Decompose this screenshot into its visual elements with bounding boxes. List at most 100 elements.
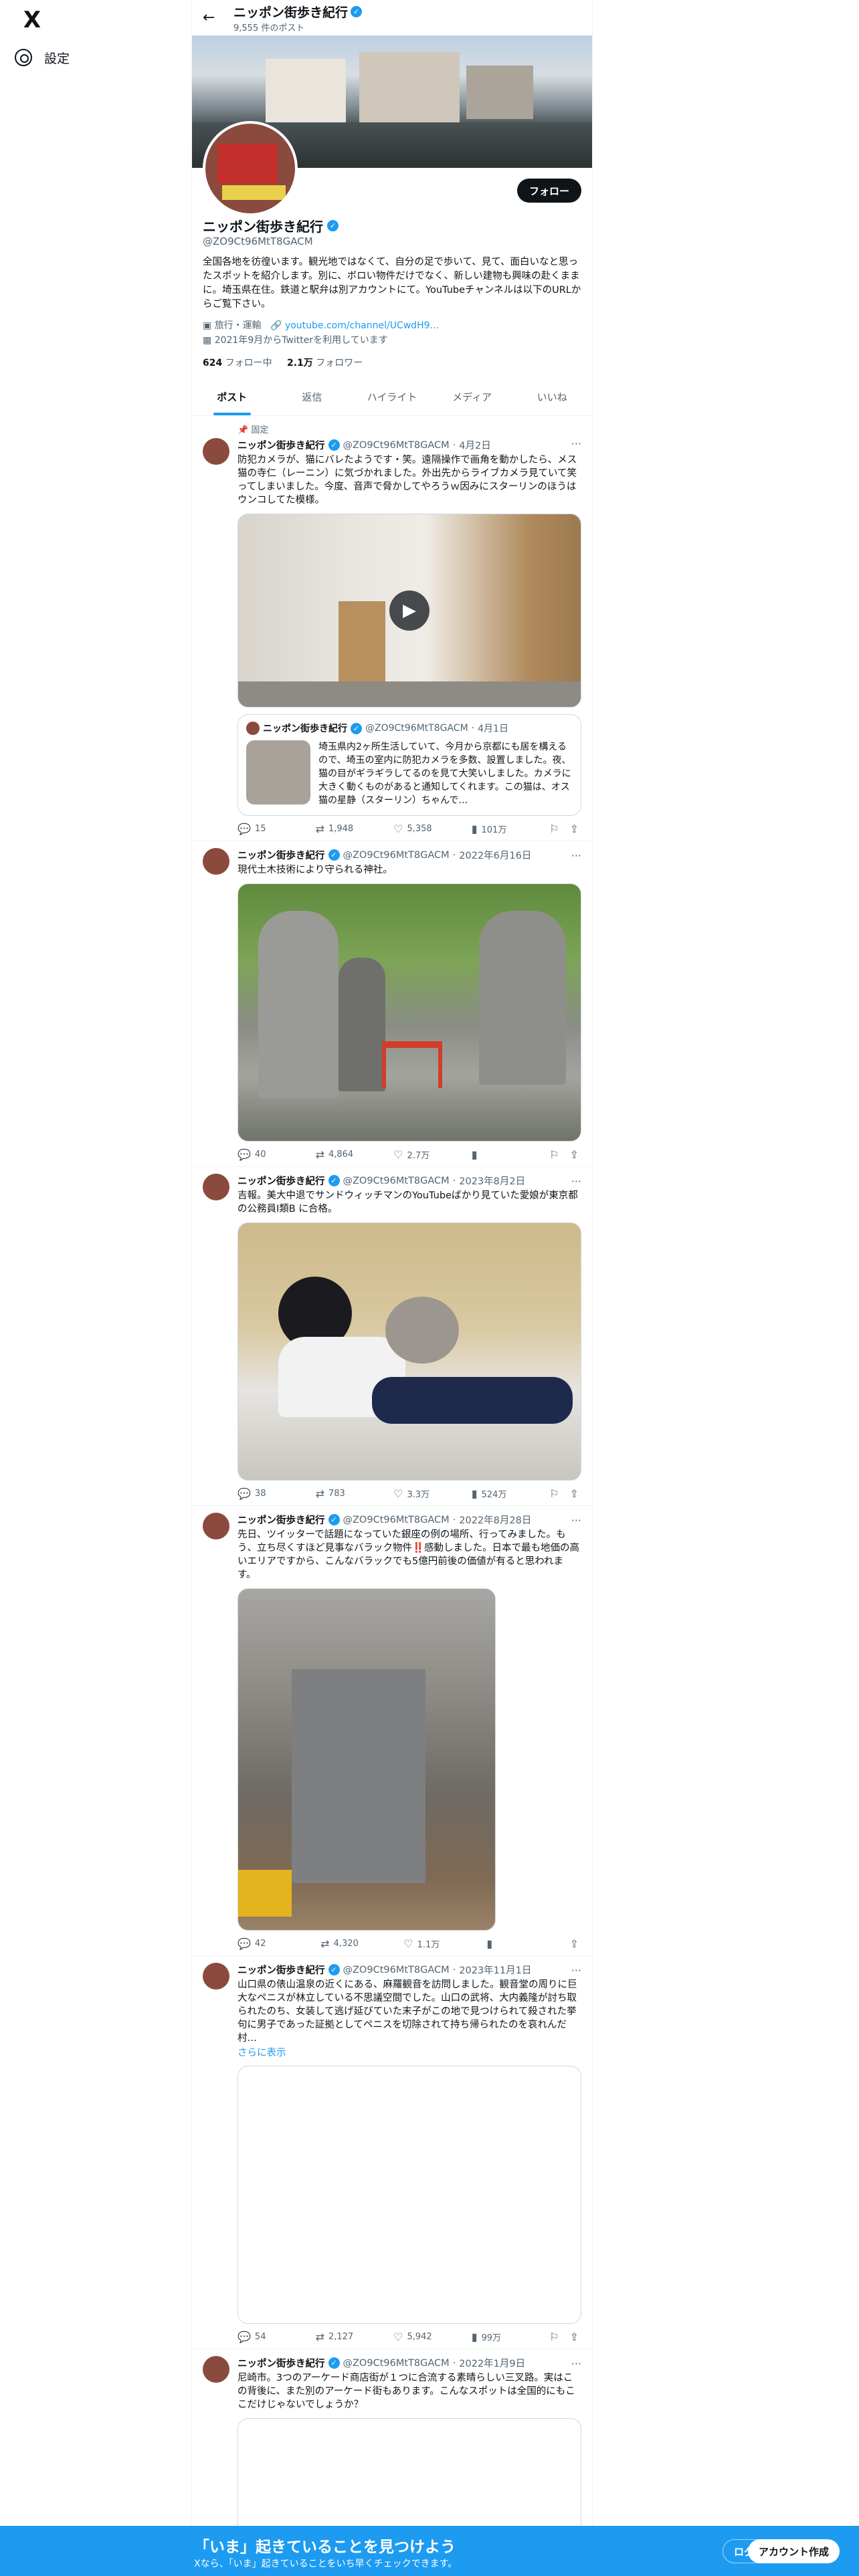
like-button[interactable]: ♡ 2.7万 [393,1148,440,1161]
post-date[interactable]: 4月2日 [459,438,490,452]
views-button[interactable]: ▮ [486,1937,533,1950]
post[interactable]: ··· ニッポン街歩き紀行 ✓ @ZO9Ct96MtT8GACM · 2022年6月… [192,841,592,1167]
following-link[interactable]: 624 フォロー中 [203,358,272,368]
like-button[interactable]: ♡ 1.1万 [403,1937,450,1950]
post-date[interactable]: 2022年1月9日 [459,2356,525,2370]
repost-button[interactable]: ⇄ 2,127 [316,2331,363,2343]
post-author[interactable]: ニッポン街歩き紀行 [237,438,325,452]
views-button[interactable]: ▮ 99万 [472,2331,518,2343]
share-icon[interactable]: ⇪ [570,823,579,835]
views-button[interactable]: ▮ 101万 [472,823,518,835]
share-icon[interactable]: ⇪ [570,1487,579,1500]
show-more-link[interactable]: さらに表示 [237,2045,581,2059]
more-dots-icon[interactable]: ··· [571,1964,581,1977]
post-handle[interactable]: @ZO9Ct96MtT8GACM [343,1965,450,1975]
post-handle[interactable]: @ZO9Ct96MtT8GACM [343,440,450,451]
post-handle[interactable]: @ZO9Ct96MtT8GACM [343,1515,450,1525]
post[interactable]: 📌 固定 ··· ニッポン街歩き紀行 ✓ @ZO9Ct96MtT8GACM · 4月… [192,416,592,841]
signup-button[interactable]: アカウント作成 [748,2539,840,2563]
post-date[interactable]: 2022年8月28日 [459,1513,531,1527]
reply-button[interactable]: 💬 42 [237,1937,284,1950]
post-date[interactable]: 2023年8月2日 [459,1174,525,1188]
bookmark-icon[interactable]: ⚐ [549,823,559,835]
tab-posts[interactable]: ポスト [192,380,272,415]
post-author[interactable]: ニッポン街歩き紀行 [237,848,325,862]
repost-icon: ⇄ [315,823,324,835]
reply-icon: 💬 [237,1937,251,1950]
repost-button[interactable]: ⇄ 783 [316,1487,363,1500]
reply-button[interactable]: 💬 40 [237,1148,284,1161]
post[interactable]: ··· ニッポン街歩き紀行 ✓ @ZO9Ct96MtT8GACM · 2023年11… [192,1956,592,2349]
share-icon[interactable]: ⇪ [570,1148,579,1161]
post-avatar[interactable] [203,438,229,465]
heart-icon: ♡ [393,1148,403,1161]
bookmark-icon[interactable]: ⚐ [549,2331,559,2343]
share-icon[interactable]: ⇪ [570,2331,579,2343]
repost-button[interactable]: ⇄ 4,864 [316,1148,363,1161]
post-handle[interactable]: @ZO9Ct96MtT8GACM [343,850,450,861]
bookmark-icon[interactable]: ⚐ [549,1148,559,1161]
post[interactable]: ··· ニッポン街歩き紀行 ✓ @ZO9Ct96MtT8GACM · 2023年8月… [192,1167,592,1506]
post-handle[interactable]: @ZO9Ct96MtT8GACM [343,2358,450,2369]
settings-link[interactable]: 設定 [15,44,70,71]
post-author[interactable]: ニッポン街歩き紀行 [237,2356,325,2370]
post[interactable]: ··· ニッポン街歩き紀行 ✓ @ZO9Ct96MtT8GACM · 2022年8月… [192,1506,592,1956]
post-text: 防犯カメラが、猫にバレたようです・笑。遠隔操作で画角を動かしたら、メス猫の寺仁（… [237,455,577,506]
more-dots-icon[interactable]: ··· [571,437,581,450]
tab-replies[interactable]: 返信 [272,380,353,415]
post-author[interactable]: ニッポン街歩き紀行 [237,1963,325,1977]
post-date[interactable]: 2022年6月16日 [459,848,531,862]
post-avatar[interactable] [203,2356,229,2383]
views-button[interactable]: ▮ [472,1148,518,1161]
post-image[interactable] [237,883,581,1142]
tab-media[interactable]: メディア [432,380,512,415]
pinned-label: 📌 固定 [237,425,269,435]
post-text: 先日、ツイッターで話題になっていた銀座の例の場所、行ってみました。もう、立ち尽く… [237,1529,580,1580]
reply-icon: 💬 [237,1487,251,1500]
more-dots-icon[interactable]: ··· [571,2357,581,2370]
post-avatar[interactable] [203,1174,229,1200]
post-avatar[interactable] [203,1963,229,1990]
heart-icon: ♡ [393,823,403,835]
tab-highlights[interactable]: ハイライト [352,380,432,415]
verified-badge-icon: ✓ [328,2357,340,2369]
bookmark-icon[interactable]: ⚐ [549,1487,559,1500]
heart-icon: ♡ [393,1487,403,1500]
views-button[interactable]: ▮ 524万 [472,1487,518,1500]
post-header: ニッポン街歩き紀行 ✓ @ZO9Ct96MtT8GACM · 2022年8月28日 [237,1513,581,1527]
post-count: 9,555 件のポスト [233,23,305,33]
post-video[interactable]: ▶ [237,514,581,708]
reply-button[interactable]: 💬 38 [237,1487,284,1500]
tab-likes[interactable]: いいね [512,380,592,415]
post-image[interactable] [237,1222,581,1481]
like-button[interactable]: ♡ 5,358 [393,823,440,835]
like-button[interactable]: ♡ 5,942 [393,2331,440,2343]
repost-button[interactable]: ⇄ 1,948 [316,823,363,835]
profile-link[interactable]: youtube.com/channel/UCwdH9… [285,320,440,331]
quoted-post[interactable]: ニッポン街歩き紀行 ✓ @ZO9Ct96MtT8GACM · 4月1日 埼玉県内2ヶ… [237,714,581,816]
post-author[interactable]: ニッポン街歩き紀行 [237,1174,325,1188]
reply-button[interactable]: 💬 54 [237,2331,284,2343]
post-author[interactable]: ニッポン街歩き紀行 [237,1513,325,1527]
back-arrow-icon[interactable]: ← [203,9,225,26]
followers-link[interactable]: 2.1万 フォロワー [287,358,363,368]
post-media-placeholder[interactable] [237,2066,581,2324]
post-avatar[interactable] [203,848,229,875]
post-image[interactable] [237,1588,496,1931]
profile-category: 旅行・運輸 [214,320,262,331]
share-icon[interactable]: ⇪ [570,1937,579,1950]
play-icon[interactable]: ▶ [389,591,430,631]
verified-badge-icon: ✓ [328,1175,340,1186]
post-handle[interactable]: @ZO9Ct96MtT8GACM [343,1176,450,1186]
avatar[interactable] [203,121,298,216]
more-dots-icon[interactable]: ··· [571,849,581,862]
repost-button[interactable]: ⇄ 4,320 [320,1937,367,1950]
more-dots-icon[interactable]: ··· [571,1175,581,1188]
more-dots-icon[interactable]: ··· [571,1514,581,1527]
post-date[interactable]: 2023年11月1日 [459,1963,531,1977]
like-button[interactable]: ♡ 3.3万 [393,1487,440,1500]
reply-button[interactable]: 💬 15 [237,823,284,835]
x-logo-icon[interactable]: X [19,7,45,33]
post-avatar[interactable] [203,1513,229,1539]
follow-button[interactable]: フォロー [516,179,581,203]
